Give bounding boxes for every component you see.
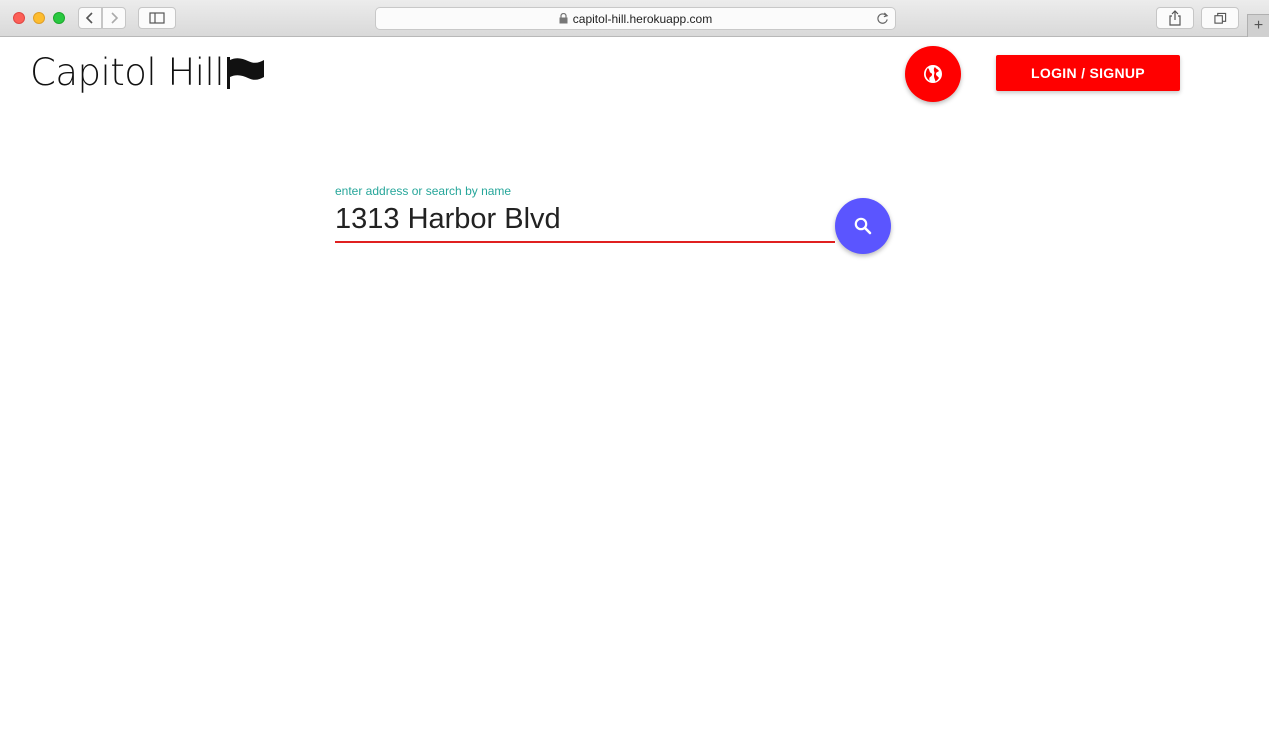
chevron-right-icon [111,12,119,24]
browser-toolbar: capitol-hill.herokuapp.com + [0,0,1269,37]
share-icon [1169,10,1181,26]
login-signup-button[interactable]: LOGIN / SIGNUP [996,55,1180,91]
new-tab-button[interactable]: + [1247,14,1269,37]
flag-icon [227,57,265,89]
address-bar[interactable]: capitol-hill.herokuapp.com [375,7,896,30]
search-button[interactable] [835,198,891,254]
tabs-overview-button[interactable] [1201,7,1239,29]
search-input[interactable] [335,198,835,243]
site-logo[interactable]: Capitol Hill [30,50,266,94]
zoom-window-button[interactable] [53,12,65,24]
share-button[interactable] [1156,7,1194,29]
reload-icon[interactable] [876,12,889,25]
sidebar-icon [149,12,165,24]
forward-button[interactable] [102,7,126,29]
close-window-button[interactable] [13,12,25,24]
minimize-window-button[interactable] [33,12,45,24]
chevron-left-icon [85,12,93,24]
search-icon [854,217,872,235]
sidebar-toggle-button[interactable] [138,7,176,29]
back-button[interactable] [78,7,102,29]
search-label: enter address or search by name [335,184,512,198]
tabs-icon [1213,12,1226,24]
logo-text: Capitol Hill [30,50,225,94]
address-url: capitol-hill.herokuapp.com [572,11,713,26]
globe-icon [924,65,942,83]
globe-button[interactable] [905,46,961,102]
plus-icon: + [1253,17,1264,34]
lock-icon [559,13,568,24]
